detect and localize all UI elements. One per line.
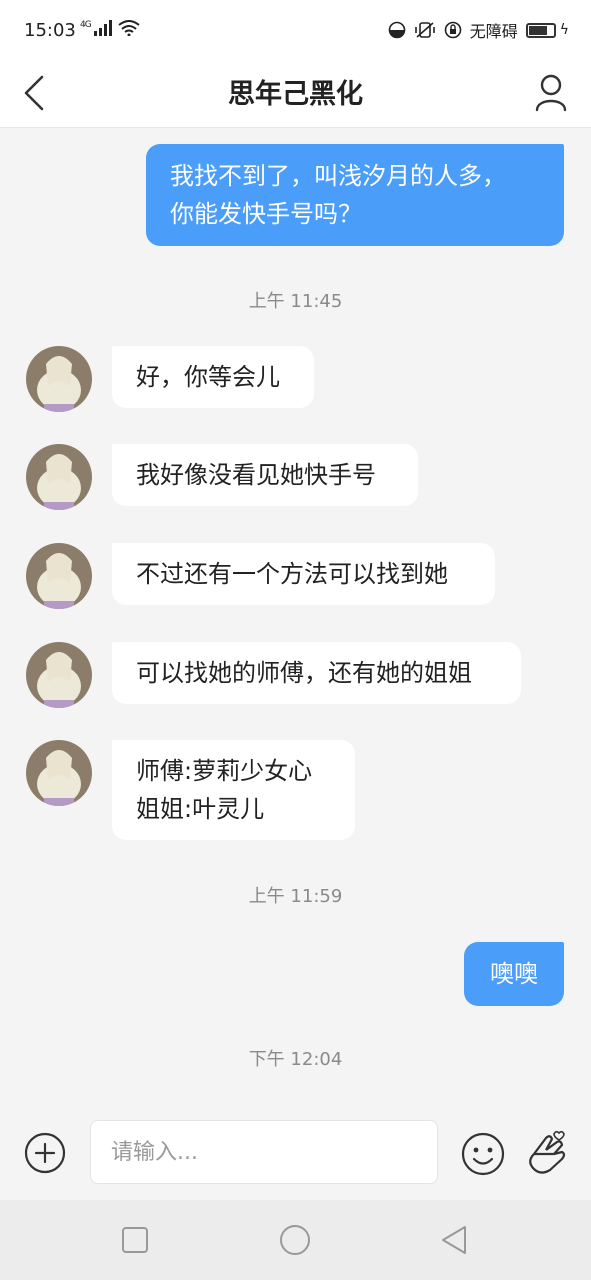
contact-message-bubble[interactable]: 我好像没看见她快手号: [112, 444, 418, 506]
hd-icon: [388, 21, 406, 39]
message-line: 我好像没看见她快手号: [136, 461, 376, 489]
network-type-label: 4G: [80, 20, 92, 30]
status-time: 15:03: [24, 20, 76, 41]
circle-home-icon: [280, 1225, 310, 1255]
person-icon: [535, 74, 567, 112]
page-title: 思年己黑化: [228, 79, 363, 110]
navigation-bar: [0, 1200, 591, 1280]
home-button[interactable]: [277, 1222, 313, 1258]
status-bar: 15:03 4G 无障碍 ϟ: [0, 0, 591, 58]
timestamp: 下午 12:04: [248, 1049, 343, 1070]
message-line: 师傅:萝莉少女心: [136, 757, 313, 785]
signal-icon: [93, 20, 112, 36]
profile-button[interactable]: [529, 66, 573, 120]
timestamp: 上午 11:45: [248, 291, 343, 312]
battery-icon: [525, 22, 556, 38]
triangle-back-icon: [442, 1226, 466, 1254]
finger-heart-icon: [529, 1130, 566, 1174]
contact-message-bubble[interactable]: 可以找她的师傅，还有她的姐姐: [112, 642, 521, 704]
signal-indicator: 4G: [80, 20, 140, 37]
smiley-icon: [461, 1132, 505, 1176]
title-bar: 思年己黑化: [0, 58, 591, 128]
message-line: 可以找她的师傅，还有她的姐姐: [136, 659, 472, 687]
system-back-button[interactable]: [437, 1222, 473, 1258]
wifi-icon: [118, 20, 140, 37]
mute-vibrate-icon: [414, 22, 435, 38]
contact-message-bubble[interactable]: 好，你等会儿: [112, 346, 314, 408]
avatar-image: [26, 444, 92, 510]
avatar-image: [26, 740, 92, 806]
emoji-button[interactable]: [461, 1132, 505, 1176]
my-message-bubble[interactable]: 噢噢: [464, 942, 564, 1006]
avatar-image: [26, 642, 92, 708]
message-line: 不过还有一个方法可以找到她: [136, 560, 448, 588]
message-line: 姐姐:叶灵儿: [136, 795, 265, 823]
message-line: 我找不到了，叫浅汐月的人多，: [170, 162, 506, 190]
avatar-image: [26, 543, 92, 609]
lock-rotation-icon: [444, 21, 462, 39]
avatar[interactable]: [26, 444, 92, 510]
square-icon: [122, 1227, 148, 1253]
add-attachment-button[interactable]: [24, 1132, 66, 1174]
my-message-bubble[interactable]: 我找不到了，叫浅汐月的人多， 你能发快手号吗？: [146, 144, 564, 246]
accessibility-label: 无障碍: [469, 22, 518, 41]
recents-button[interactable]: [117, 1222, 153, 1258]
message-line: 噢噢: [490, 960, 538, 988]
message-line: 好，你等会儿: [136, 363, 280, 391]
avatar-image: [26, 346, 92, 412]
contact-message-bubble[interactable]: 师傅:萝莉少女心 姐姐:叶灵儿: [112, 740, 355, 840]
plus-circle-icon: [24, 1132, 66, 1174]
charging-icon: ϟ: [559, 22, 569, 38]
contact-message-bubble[interactable]: 不过还有一个方法可以找到她: [112, 543, 495, 605]
status-right: 无障碍 ϟ: [388, 19, 569, 41]
message-line: 你能发快手号吗？: [170, 200, 362, 228]
message-input[interactable]: [90, 1120, 438, 1184]
avatar[interactable]: [26, 740, 92, 806]
avatar[interactable]: [26, 543, 92, 609]
avatar[interactable]: [26, 642, 92, 708]
finger-heart-button[interactable]: [524, 1128, 570, 1176]
timestamp: 上午 11:59: [248, 886, 343, 907]
input-bar: [0, 1104, 591, 1200]
avatar[interactable]: [26, 346, 92, 412]
